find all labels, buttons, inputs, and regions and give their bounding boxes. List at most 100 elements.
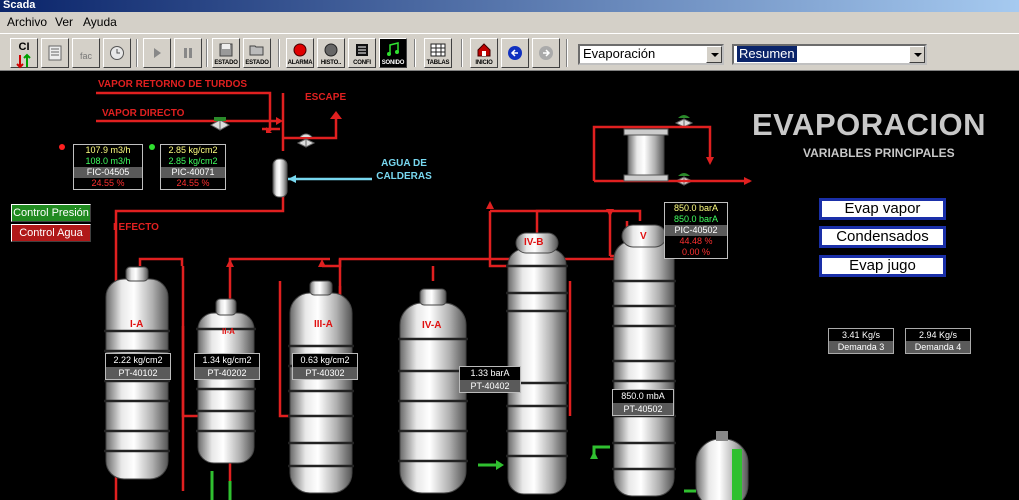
table-icon	[430, 43, 446, 57]
pic-40502-panel[interactable]: 850.0 barA 850.0 barA PIC-40502 44.48 % …	[664, 202, 728, 259]
area-select[interactable]: Evaporación	[578, 44, 724, 65]
clock-button[interactable]	[103, 38, 131, 68]
estado-open-button[interactable]: ESTADO	[243, 38, 271, 68]
pause-icon	[184, 48, 192, 58]
back-arrow-icon	[508, 46, 522, 60]
valve-icon[interactable]	[674, 173, 694, 186]
historico-button[interactable]: HISTO..	[317, 38, 345, 68]
chevron-down-icon[interactable]	[706, 46, 722, 63]
demanda-3-value: 3.41 Kg/s	[841, 330, 881, 340]
back-button[interactable]	[501, 38, 529, 68]
vessel-label-v: V	[640, 231, 647, 242]
music-note-icon	[387, 42, 399, 56]
control-presion-button[interactable]: Control Presión	[11, 204, 91, 222]
demanda-4-label: Demanda 4	[906, 341, 970, 353]
estado-save-button[interactable]: ESTADO	[212, 38, 240, 68]
label-agua-calderas-line2: CALDERAS	[376, 171, 432, 182]
pt-40502-panel[interactable]: 850.0 mbA PT-40502	[612, 389, 674, 416]
pic502-setpoint: 850.0 barA	[673, 203, 719, 213]
condensados-button[interactable]: Condensados	[819, 226, 946, 248]
config-icon	[356, 44, 368, 56]
historico-label: HISTO..	[320, 60, 342, 66]
inicio-button[interactable]: INICIO	[470, 38, 498, 68]
pt-40202-value: 1.34 kg/cm2	[202, 355, 252, 365]
label-escape: ESCAPE	[305, 92, 347, 103]
pt-40402-value: 1.33 barA	[470, 368, 510, 378]
window-title: Scada	[0, 0, 1019, 12]
vessel-label-iii-a: III-A	[314, 319, 333, 330]
view-select[interactable]: Resumen	[732, 44, 927, 65]
pt-40102-panel[interactable]: 2.22 kg/cm2 PT-40102	[105, 353, 171, 380]
pic71-output: 24.55 %	[176, 178, 210, 188]
label-vapor-directo: VAPOR DIRECTO	[102, 108, 185, 119]
pt-40402-tag: PT-40402	[460, 380, 520, 392]
ci-button[interactable]: CI	[10, 38, 38, 69]
estado-open-label: ESTADO	[245, 60, 269, 66]
desuperheater	[272, 158, 288, 198]
evap-vapor-button[interactable]: Evap vapor	[819, 198, 946, 220]
pt-40302-value: 0.63 kg/cm2	[300, 355, 350, 365]
menu-archivo[interactable]: Archivo	[7, 15, 47, 29]
page-title: EVAPORACION	[752, 107, 987, 142]
menu-ayuda[interactable]: Ayuda	[83, 15, 117, 29]
sonido-label: SONIDO	[381, 60, 405, 66]
view-select-value: Resumen	[737, 46, 797, 62]
fic-value: 108.0 m3/h	[85, 156, 131, 166]
label-agua-calderas-line1: AGUA DE	[381, 158, 427, 169]
fic-tag: FIC-04505	[74, 167, 142, 178]
pt-40502-tag: PT-40502	[613, 403, 673, 415]
fic-04505-panel[interactable]: 107.9 m3/h 108.0 m3/h FIC-04505 24.55 %	[73, 144, 143, 190]
label-efecto: I EFECTO	[113, 222, 159, 233]
fic-output: 24.55 %	[91, 178, 125, 188]
history-icon	[324, 43, 338, 57]
alarma-button[interactable]: ALARMA	[286, 38, 314, 68]
fic-setpoint: 107.9 m3/h	[85, 145, 131, 155]
pic71-value: 2.85 kg/cm2	[168, 156, 218, 166]
vessel-label-iv-b: IV-B	[524, 237, 544, 248]
play-button[interactable]	[143, 38, 171, 68]
pt-40102-tag: PT-40102	[106, 367, 170, 379]
floppy-icon	[219, 43, 233, 57]
forward-button[interactable]	[532, 38, 560, 68]
home-icon	[477, 43, 491, 57]
valve-icon[interactable]	[296, 133, 316, 148]
vessel-label-ii-a: II-A	[222, 327, 235, 336]
document-icon	[48, 45, 62, 61]
pic71-tag: PIC-40071	[161, 167, 225, 178]
demanda-3-panel: 3.41 Kg/s Demanda 3	[828, 328, 894, 354]
chevron-down-icon[interactable]	[909, 46, 925, 63]
pause-button[interactable]	[174, 38, 202, 68]
config-button[interactable]: CONFI	[348, 38, 376, 68]
vessel-v	[612, 224, 676, 497]
config-label: CONFI	[353, 60, 371, 66]
arrows-icon	[16, 53, 31, 69]
pic502-output-1: 44.48 %	[679, 236, 713, 246]
pic502-value: 850.0 barA	[673, 214, 719, 224]
pt-40202-tag: PT-40202	[195, 367, 259, 379]
folder-icon	[249, 45, 264, 56]
pt-40302-panel[interactable]: 0.63 kg/cm2 PT-40302	[292, 353, 358, 380]
label-agua-calderas: AGUA DE CALDERAS	[372, 157, 436, 183]
menu-ver[interactable]: Ver	[55, 15, 73, 29]
estado-save-label: ESTADO	[214, 60, 238, 66]
forward-arrow-icon	[539, 46, 553, 60]
toolbar: CI fac ESTADO ESTADO ALARMA HISTO.. CONF…	[0, 33, 1019, 71]
pt-40402-panel[interactable]: 1.33 barA PT-40402	[459, 366, 521, 393]
vessel-label-i-a: I-A	[130, 319, 144, 330]
area-select-value: Evaporación	[583, 46, 656, 61]
valve-icon[interactable]	[209, 117, 231, 131]
tablas-button[interactable]: TABLAS	[424, 38, 452, 68]
control-agua-button[interactable]: Control Agua	[11, 224, 91, 242]
tablas-label: TABLAS	[426, 60, 450, 66]
menu-bar: Archivo Ver Ayuda	[0, 13, 1019, 32]
pt-40502-value: 850.0 mbA	[621, 391, 665, 401]
vessel-ii-a	[196, 298, 256, 464]
evap-jugo-button[interactable]: Evap jugo	[819, 255, 946, 277]
pt-40202-panel[interactable]: 1.34 kg/cm2 PT-40202	[194, 353, 260, 380]
pic-40071-panel[interactable]: 2.85 kg/cm2 2.85 kg/cm2 PIC-40071 24.55 …	[160, 144, 226, 190]
vessel-iv-b	[506, 232, 568, 495]
fac-button[interactable]: fac	[72, 38, 100, 68]
valve-icon[interactable]	[674, 115, 694, 128]
sonido-button[interactable]: SONIDO	[379, 38, 407, 68]
report-button[interactable]	[41, 38, 69, 68]
